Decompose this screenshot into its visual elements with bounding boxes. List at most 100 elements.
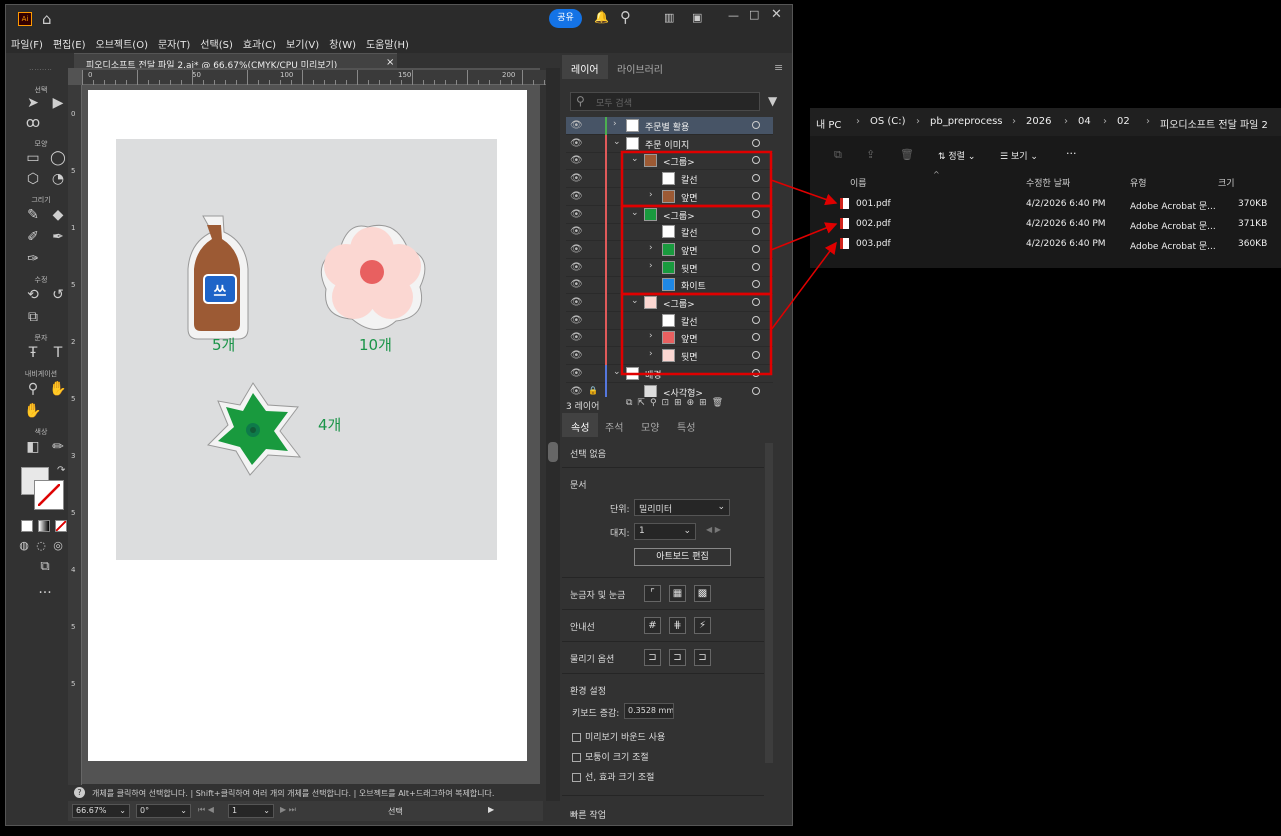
target-circle-icon[interactable] [752,138,760,147]
layer-row[interactable]: 👁 ⌄ <그룹> [566,294,773,312]
target-circle-icon[interactable] [752,351,760,360]
smart-guides-icon[interactable]: ⚡ [694,617,711,634]
visibility-eye-icon[interactable]: 👁 [570,386,583,397]
scroll-thumb[interactable] [548,442,558,462]
pen-tool-icon[interactable]: ✒ [48,229,68,245]
transparency-grid-icon[interactable]: ▩ [694,585,711,602]
snap-pixel-icon[interactable]: ⊐ [669,649,686,666]
target-circle-icon[interactable] [752,191,760,200]
panel-menu-icon[interactable]: ≡ [774,61,783,74]
menu-item-6[interactable]: 보기(V) [281,33,324,54]
tab-libraries[interactable]: 라이브러리 [608,55,672,79]
menu-item-3[interactable]: 문자(T) [153,33,195,54]
layer-row[interactable]: 👁 화이트 [566,276,773,295]
layer-row[interactable]: 👁 ⌄ <그룹> [566,152,773,171]
expand-chevron-icon[interactable]: ⌄ [631,296,639,306]
warp-tool-icon[interactable]: ⟲ [23,287,43,303]
share-button[interactable]: 공유 [549,9,582,28]
target-circle-icon[interactable] [752,315,760,324]
workspace-icon[interactable]: ▣ [692,11,702,24]
bottle-sticker[interactable]: 쓰 [187,215,249,340]
target-circle-icon[interactable] [752,333,760,342]
menu-item-2[interactable]: 오브젝트(O) [91,33,153,54]
snap-point-icon[interactable]: ⊐ [644,649,661,666]
visibility-eye-icon[interactable]: 👁 [570,173,583,184]
flower-sticker[interactable] [320,224,426,330]
target-circle-icon[interactable] [752,156,760,165]
guides-icon[interactable]: # [644,617,661,634]
menu-item-7[interactable]: 창(W) [324,33,361,54]
selection-tool-icon[interactable]: ➤ [23,95,43,111]
gradient-tool-icon[interactable]: ◧ [23,439,43,455]
file-row[interactable]: 002.pdf 4/2/2026 6:40 PM Adobe Acrobat 문..… [810,214,1281,234]
delete-icon[interactable]: 🗑 [900,148,914,161]
menu-item-4[interactable]: 선택(S) [195,33,238,54]
lock-icon[interactable]: 🔒 [588,386,598,395]
expand-chevron-icon[interactable]: › [649,331,653,341]
layer-row[interactable]: 👁 › 앞면 [566,187,773,206]
more-options-icon[interactable]: ··· [1066,147,1077,160]
tab-appearance[interactable]: 모양 [632,413,668,437]
brush-tool-icon[interactable]: ✐ [23,229,43,245]
maximize-icon[interactable]: □ [749,8,759,21]
visibility-eye-icon[interactable]: 👁 [570,120,583,131]
visibility-eye-icon[interactable]: 👁 [570,209,583,220]
swap-fill-stroke-icon[interactable]: ↷ [57,465,65,476]
layer-row[interactable]: 👁 › 앞면 [566,240,773,259]
target-circle-icon[interactable] [752,227,760,236]
hand-tool-icon[interactable]: ✋ [48,381,68,397]
breadcrumb-item[interactable]: 내 PC [816,116,841,131]
tab-layers[interactable]: 레이어 [562,55,608,79]
arrange-icon[interactable]: ▥ [664,11,674,24]
draw-inside-icon[interactable]: ◎ [48,539,68,552]
target-circle-icon[interactable] [752,209,760,218]
checkbox-scale-corners[interactable]: 모퉁이 크기 조절 [572,750,649,763]
tab-attributes[interactable]: 특성 [668,413,704,437]
home-icon[interactable]: ⌂ [42,10,52,28]
tab-properties[interactable]: 속성 [562,413,599,437]
shaper-tool-icon[interactable]: ◔ [48,171,68,187]
visibility-eye-icon[interactable]: 👁 [570,279,583,290]
rotation-field[interactable]: 0° ⌄ [136,804,191,818]
layers-actions-icons[interactable]: ⧉⇱⚲⊡⊞⊕⊞🗑 [626,398,728,408]
visibility-eye-icon[interactable]: 👁 [570,368,583,379]
view-button[interactable]: ☰ 보기 ⌄ [1000,149,1038,162]
visibility-eye-icon[interactable]: 👁 [570,244,583,255]
curvature-tool-icon[interactable]: ✑ [23,251,43,267]
address-bar[interactable]: 내 PC › OS (C:) › pb_preprocess › 2026 › 04 › 02 › 피오… [810,108,1281,136]
layer-row[interactable]: 👁 › 앞면 [566,329,773,348]
header-name[interactable]: 이름 [850,176,867,189]
expand-chevron-icon[interactable]: › [613,119,617,129]
checkbox-scale-strokes[interactable]: 선, 효과 크기 조절 [572,770,654,783]
expand-chevron-icon[interactable]: ⌄ [613,367,621,377]
target-circle-icon[interactable] [752,386,760,395]
close-icon[interactable]: ✕ [771,7,782,22]
units-dropdown[interactable]: 밀리미터 ⌄ [634,499,730,516]
layer-row[interactable]: 👁 ⌄ 배경 [566,364,773,383]
layer-row[interactable]: 👁 › 뒷면 [566,258,773,277]
touch-type-tool-icon[interactable]: Ŧ [23,345,43,361]
minimize-icon[interactable]: — [728,9,739,22]
ellipse-tool-icon[interactable]: ◯ [48,150,68,166]
canvas-vertical-scrollbar[interactable] [546,68,560,801]
snap-glyph-icon[interactable]: ⊐ [694,649,711,666]
visibility-eye-icon[interactable]: 👁 [570,315,583,326]
visibility-eye-icon[interactable]: 👁 [570,262,583,273]
help-icon[interactable]: ? [74,787,85,798]
target-circle-icon[interactable] [752,244,760,253]
rectangle-tool-icon[interactable]: ▭ [23,150,43,166]
layer-row[interactable]: 👁 › 뒷면 [566,347,773,366]
cut-icon[interactable]: ⧉ [834,148,842,162]
expand-chevron-icon[interactable]: ⌄ [631,154,639,164]
target-circle-icon[interactable] [752,280,760,289]
visibility-eye-icon[interactable]: 👁 [570,138,583,149]
layer-row[interactable]: 👁 칼선 [566,311,773,330]
layer-row[interactable]: 👁 › 주문별 활용 [566,117,773,135]
tab-close-icon[interactable]: × [386,57,394,68]
color-mode-icon[interactable] [21,520,33,532]
breadcrumb-item[interactable]: pb_preprocess [930,116,1003,127]
layer-row[interactable]: 👁 칼선 [566,170,773,189]
more-tools-icon[interactable]: ··· [35,585,55,601]
zoom-field[interactable]: 66.67% ⌄ [72,804,130,818]
header-size[interactable]: 크기 [1218,176,1235,189]
